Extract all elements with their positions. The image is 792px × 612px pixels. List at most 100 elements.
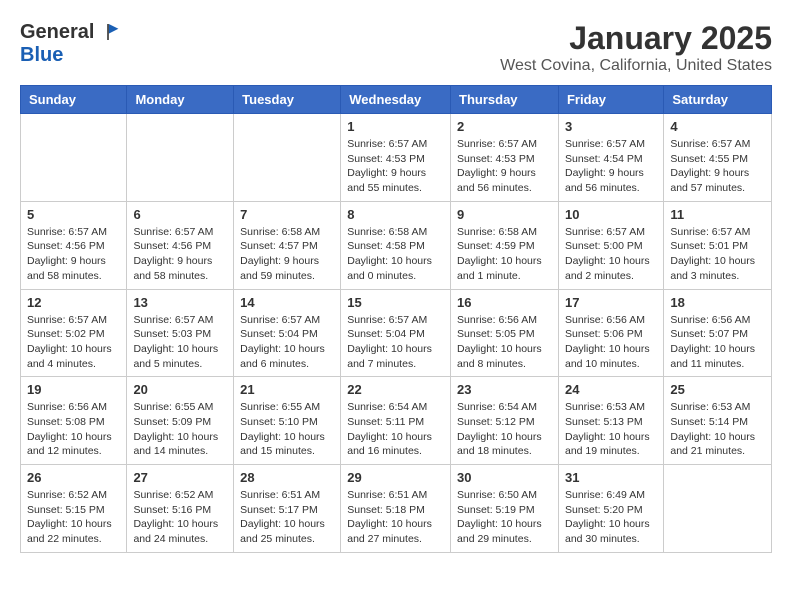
calendar-day-cell: 5Sunrise: 6:57 AM Sunset: 4:56 PM Daylig… (21, 201, 127, 289)
day-info: Sunrise: 6:49 AM Sunset: 5:20 PM Dayligh… (565, 488, 657, 547)
day-number: 4 (670, 119, 765, 134)
day-number: 6 (133, 207, 227, 222)
day-number: 2 (457, 119, 552, 134)
calendar-day-cell (664, 465, 772, 553)
day-number: 30 (457, 470, 552, 485)
day-number: 23 (457, 382, 552, 397)
day-info: Sunrise: 6:57 AM Sunset: 5:04 PM Dayligh… (240, 313, 334, 372)
calendar-day-cell: 17 Sunrise: 6:56 AM Sunset: 5:06 PM Dayli… (558, 289, 663, 377)
day-info: Sunrise: 6:56 AM Sunset: 5:07 PM Dayligh… (670, 313, 765, 372)
day-info: Sunrise: 6:53 AM Sunset: 5:14 PM Dayligh… (670, 400, 765, 459)
calendar-day-cell: 29 Sunrise: 6:51 AM Sunset: 5:18 PM Dayli… (341, 465, 451, 553)
day-info: Sunrise: 6:57 AM Sunset: 4:55 PM Dayligh… (670, 137, 765, 196)
day-number: 13 (133, 295, 227, 310)
day-number: 17 (565, 295, 657, 310)
day-number: 25 (670, 382, 765, 397)
calendar-header-row: SundayMondayTuesdayWednesdayThursdayFrid… (21, 86, 772, 114)
calendar-week-row: 26Sunrise: 6:52 AM Sunset: 5:15 PM Dayli… (21, 465, 772, 553)
day-info: Sunrise: 6:51 AM Sunset: 5:18 PM Dayligh… (347, 488, 444, 547)
day-info: Sunrise: 6:57 AM Sunset: 5:04 PM Dayligh… (347, 313, 444, 372)
day-info: Sunrise: 6:56 AM Sunset: 5:05 PM Dayligh… (457, 313, 552, 372)
calendar-header-sunday: Sunday (21, 86, 127, 114)
day-info: Sunrise: 6:58 AM Sunset: 4:59 PM Dayligh… (457, 225, 552, 284)
day-number: 21 (240, 382, 334, 397)
location-title: West Covina, California, United States (500, 57, 772, 75)
day-info: Sunrise: 6:53 AM Sunset: 5:13 PM Dayligh… (565, 400, 657, 459)
page-header: General Blue January 2025 West Covina, C… (20, 20, 772, 75)
day-number: 10 (565, 207, 657, 222)
day-info: Sunrise: 6:52 AM Sunset: 5:16 PM Dayligh… (133, 488, 227, 547)
logo-blue: Blue (20, 44, 120, 66)
day-info: Sunrise: 6:55 AM Sunset: 5:10 PM Dayligh… (240, 400, 334, 459)
calendar-day-cell (234, 114, 341, 202)
title-block: January 2025 West Covina, California, Un… (500, 20, 772, 75)
day-info: Sunrise: 6:57 AM Sunset: 5:01 PM Dayligh… (670, 225, 765, 284)
logo-flag-icon (96, 20, 120, 44)
day-info: Sunrise: 6:57 AM Sunset: 5:02 PM Dayligh… (27, 313, 120, 372)
day-number: 28 (240, 470, 334, 485)
day-info: Sunrise: 6:57 AM Sunset: 5:00 PM Dayligh… (565, 225, 657, 284)
day-number: 27 (133, 470, 227, 485)
calendar-day-cell: 18Sunrise: 6:56 AM Sunset: 5:07 PM Dayli… (664, 289, 772, 377)
calendar-day-cell: 19 Sunrise: 6:56 AM Sunset: 5:08 PM Dayli… (21, 377, 127, 465)
logo-general-text: General (20, 20, 120, 44)
calendar-header-saturday: Saturday (664, 86, 772, 114)
day-number: 16 (457, 295, 552, 310)
calendar-week-row: 5Sunrise: 6:57 AM Sunset: 4:56 PM Daylig… (21, 201, 772, 289)
day-info: Sunrise: 6:54 AM Sunset: 5:12 PM Dayligh… (457, 400, 552, 459)
calendar-table: SundayMondayTuesdayWednesdayThursdayFrid… (20, 85, 772, 553)
day-info: Sunrise: 6:50 AM Sunset: 5:19 PM Dayligh… (457, 488, 552, 547)
calendar-day-cell: 24Sunrise: 6:53 AM Sunset: 5:13 PM Dayli… (558, 377, 663, 465)
calendar-header-tuesday: Tuesday (234, 86, 341, 114)
calendar-day-cell: 11Sunrise: 6:57 AM Sunset: 5:01 PM Dayli… (664, 201, 772, 289)
calendar-week-row: 1 Sunrise: 6:57 AM Sunset: 4:53 PM Daylig… (21, 114, 772, 202)
day-info: Sunrise: 6:57 AM Sunset: 4:54 PM Dayligh… (565, 137, 657, 196)
day-number: 19 (27, 382, 120, 397)
day-info: Sunrise: 6:55 AM Sunset: 5:09 PM Dayligh… (133, 400, 227, 459)
day-info: Sunrise: 6:56 AM Sunset: 5:06 PM Dayligh… (565, 313, 657, 372)
day-number: 29 (347, 470, 444, 485)
calendar-day-cell (21, 114, 127, 202)
calendar-day-cell: 13 Sunrise: 6:57 AM Sunset: 5:03 PM Dayli… (127, 289, 234, 377)
logo-general: General (20, 21, 94, 43)
calendar-day-cell: 14 Sunrise: 6:57 AM Sunset: 5:04 PM Dayli… (234, 289, 341, 377)
month-title: January 2025 (500, 20, 772, 57)
day-info: Sunrise: 6:57 AM Sunset: 4:56 PM Dayligh… (133, 225, 227, 284)
day-info: Sunrise: 6:58 AM Sunset: 4:57 PM Dayligh… (240, 225, 334, 284)
calendar-day-cell: 25 Sunrise: 6:53 AM Sunset: 5:14 PM Dayli… (664, 377, 772, 465)
day-number: 14 (240, 295, 334, 310)
calendar-day-cell: 30 Sunrise: 6:50 AM Sunset: 5:19 PM Dayli… (451, 465, 559, 553)
day-info: Sunrise: 6:58 AM Sunset: 4:58 PM Dayligh… (347, 225, 444, 284)
day-number: 1 (347, 119, 444, 134)
calendar-day-cell: 4 Sunrise: 6:57 AM Sunset: 4:55 PM Daylig… (664, 114, 772, 202)
calendar-day-cell: 1 Sunrise: 6:57 AM Sunset: 4:53 PM Daylig… (341, 114, 451, 202)
calendar-header-friday: Friday (558, 86, 663, 114)
calendar-day-cell: 6 Sunrise: 6:57 AM Sunset: 4:56 PM Daylig… (127, 201, 234, 289)
day-number: 20 (133, 382, 227, 397)
calendar-day-cell: 3 Sunrise: 6:57 AM Sunset: 4:54 PM Daylig… (558, 114, 663, 202)
calendar-day-cell: 21 Sunrise: 6:55 AM Sunset: 5:10 PM Dayli… (234, 377, 341, 465)
calendar-day-cell: 15Sunrise: 6:57 AM Sunset: 5:04 PM Dayli… (341, 289, 451, 377)
day-number: 8 (347, 207, 444, 222)
day-info: Sunrise: 6:57 AM Sunset: 5:03 PM Dayligh… (133, 313, 227, 372)
day-info: Sunrise: 6:52 AM Sunset: 5:15 PM Dayligh… (27, 488, 120, 547)
day-info: Sunrise: 6:51 AM Sunset: 5:17 PM Dayligh… (240, 488, 334, 547)
day-info: Sunrise: 6:57 AM Sunset: 4:56 PM Dayligh… (27, 225, 120, 284)
day-info: Sunrise: 6:57 AM Sunset: 4:53 PM Dayligh… (347, 137, 444, 196)
calendar-day-cell: 10 Sunrise: 6:57 AM Sunset: 5:00 PM Dayli… (558, 201, 663, 289)
calendar-day-cell: 9 Sunrise: 6:58 AM Sunset: 4:59 PM Daylig… (451, 201, 559, 289)
calendar-day-cell: 23 Sunrise: 6:54 AM Sunset: 5:12 PM Dayli… (451, 377, 559, 465)
day-number: 3 (565, 119, 657, 134)
day-number: 9 (457, 207, 552, 222)
day-info: Sunrise: 6:56 AM Sunset: 5:08 PM Dayligh… (27, 400, 120, 459)
calendar-week-row: 12Sunrise: 6:57 AM Sunset: 5:02 PM Dayli… (21, 289, 772, 377)
day-info: Sunrise: 6:57 AM Sunset: 4:53 PM Dayligh… (457, 137, 552, 196)
calendar-header-wednesday: Wednesday (341, 86, 451, 114)
calendar-day-cell: 7Sunrise: 6:58 AM Sunset: 4:57 PM Daylig… (234, 201, 341, 289)
calendar-header-thursday: Thursday (451, 86, 559, 114)
calendar-week-row: 19 Sunrise: 6:56 AM Sunset: 5:08 PM Dayli… (21, 377, 772, 465)
calendar-day-cell: 22Sunrise: 6:54 AM Sunset: 5:11 PM Dayli… (341, 377, 451, 465)
calendar-day-cell: 8 Sunrise: 6:58 AM Sunset: 4:58 PM Daylig… (341, 201, 451, 289)
calendar-day-cell: 31 Sunrise: 6:49 AM Sunset: 5:20 PM Dayli… (558, 465, 663, 553)
day-number: 31 (565, 470, 657, 485)
